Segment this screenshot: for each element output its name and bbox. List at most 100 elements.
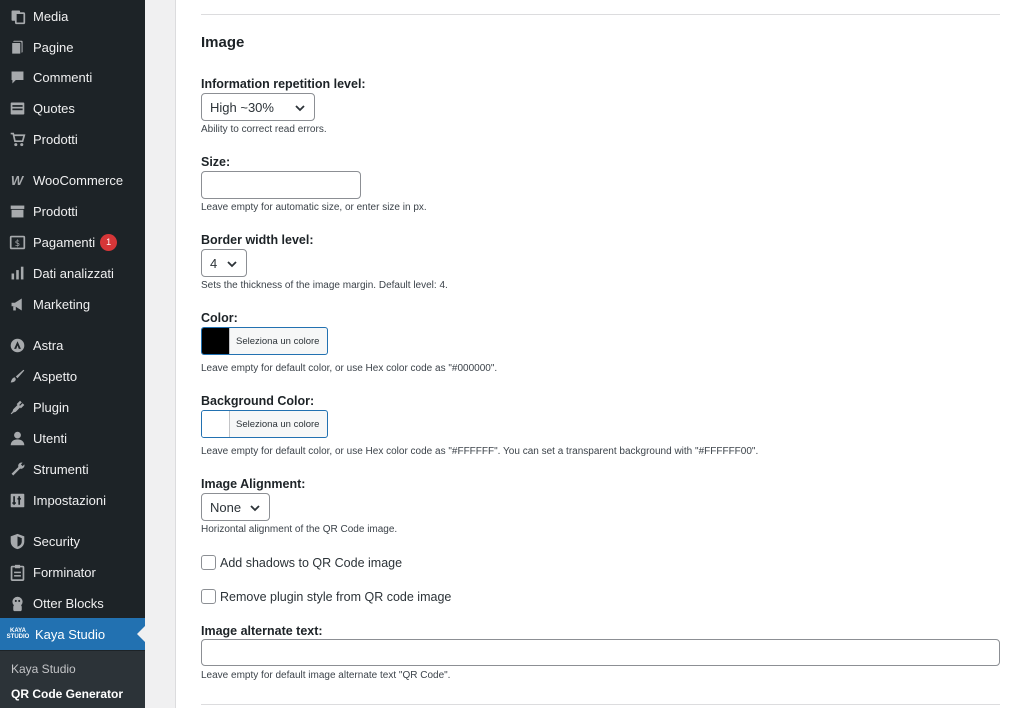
sidebar-item-label: Strumenti xyxy=(33,462,89,477)
sidebar-item-label: Astra xyxy=(33,338,64,353)
settings-icon xyxy=(8,492,26,510)
image-alignment-description: Horizontal alignment of the QR Code imag… xyxy=(201,524,398,535)
sidebar-item-kaya-studio[interactable]: KAYA STUDIO Kaya Studio xyxy=(0,618,145,650)
color-picker-button[interactable]: Seleziona un colore xyxy=(201,327,328,355)
sidebar-item-label: Aspetto xyxy=(33,369,78,384)
quotes-icon xyxy=(8,100,26,118)
sidebar-item-label: Prodotti xyxy=(33,132,78,147)
sidebar-item-label: Security xyxy=(33,534,80,549)
sidebar-item-marketing[interactable]: Marketing xyxy=(0,289,145,320)
cart-icon xyxy=(8,131,26,149)
color-label: Color: xyxy=(201,311,238,325)
sidebar-item-label: Quotes xyxy=(33,101,75,116)
alt-text-label: Image alternate text: xyxy=(201,624,323,638)
sidebar-item-label: Kaya Studio xyxy=(35,626,106,642)
sidebar-item-label: WooCommerce xyxy=(33,173,124,188)
megaphone-icon xyxy=(8,296,26,314)
sidebar-item-dati-analizzati[interactable]: Dati analizzati xyxy=(0,258,145,289)
background-color-picker-button[interactable]: Seleziona un colore xyxy=(201,410,328,438)
plugin-icon xyxy=(8,399,26,417)
border-width-description: Sets the thickness of the image margin. … xyxy=(201,280,448,291)
brush-icon xyxy=(8,368,26,386)
border-width-label: Border width level: xyxy=(201,233,314,247)
sidebar-item-pagamenti[interactable]: $ Pagamenti 1 xyxy=(0,227,145,258)
repetition-level-label: Information repetition level: xyxy=(201,77,366,91)
sidebar-item-utenti[interactable]: Utenti xyxy=(0,423,145,454)
sidebar-item-label: Otter Blocks xyxy=(33,596,104,611)
sidebar-item-label: Utenti xyxy=(33,431,67,446)
background-color-description: Leave empty for default color, or use He… xyxy=(201,446,759,457)
sidebar-item-impostazioni[interactable]: Impostazioni xyxy=(0,485,145,516)
shadows-option[interactable]: Add shadows to QR Code image xyxy=(201,555,402,570)
repetition-level-select[interactable]: High ~30% xyxy=(201,93,315,121)
image-alignment-select[interactable]: None xyxy=(201,493,270,521)
background-color-label: Background Color: xyxy=(201,394,315,408)
sidebar-item-label: Media xyxy=(33,9,69,24)
sidebar-item-label: Pagamenti xyxy=(33,235,96,250)
sidebar-item-label: Pagine xyxy=(33,40,74,55)
settings-panel: Image Information repetition level: High… xyxy=(175,0,1024,708)
admin-sidebar: Media Pagine Commenti Quotes Prodotti W … xyxy=(0,0,145,708)
select-value: 4 xyxy=(210,255,218,271)
sidebar-item-prodotti-cart[interactable]: Prodotti xyxy=(0,124,145,155)
alt-text-description: Leave empty for default image alternate … xyxy=(201,670,451,681)
remove-style-option[interactable]: Remove plugin style from QR code image xyxy=(201,589,451,604)
sidebar-item-prodotti[interactable]: Prodotti xyxy=(0,196,145,227)
analytics-icon xyxy=(8,265,26,283)
archive-icon xyxy=(8,203,26,221)
chevron-down-icon xyxy=(227,261,237,268)
color-swatch xyxy=(202,411,230,437)
color-description: Leave empty for default color, or use He… xyxy=(201,363,498,374)
sidebar-item-pagine[interactable]: Pagine xyxy=(0,32,145,63)
image-alignment-label: Image Alignment: xyxy=(201,477,306,491)
submenu-item-qr-code-generator[interactable]: QR Code Generator xyxy=(11,687,123,701)
users-icon xyxy=(8,430,26,448)
sidebar-item-strumenti[interactable]: Strumenti xyxy=(0,454,145,485)
size-description: Leave empty for automatic size, or enter… xyxy=(201,202,427,213)
sidebar-item-commenti[interactable]: Commenti xyxy=(0,62,145,93)
color-picker-label: Seleziona un colore xyxy=(236,418,320,430)
woocommerce-icon: W xyxy=(10,173,24,188)
sidebar-item-astra[interactable]: Astra xyxy=(0,330,145,361)
sidebar-item-security[interactable]: Security xyxy=(0,526,145,557)
sidebar-item-forminator[interactable]: Forminator xyxy=(0,557,145,588)
alt-text-input[interactable] xyxy=(201,639,1000,666)
sidebar-item-plugin[interactable]: Plugin xyxy=(0,392,145,423)
clipboard-icon xyxy=(8,564,26,582)
comments-icon xyxy=(8,69,26,87)
sidebar-item-label: Forminator xyxy=(33,565,96,580)
sidebar-item-quotes[interactable]: Quotes xyxy=(0,93,145,124)
shadows-checkbox[interactable] xyxy=(201,555,216,570)
wrench-icon xyxy=(8,461,26,479)
divider xyxy=(201,704,1000,705)
payments-icon: $ xyxy=(8,234,26,252)
svg-text:$: $ xyxy=(14,239,19,249)
remove-style-checkbox[interactable] xyxy=(201,589,216,604)
sidebar-item-label: Prodotti xyxy=(33,204,78,219)
otter-icon xyxy=(8,595,26,613)
sidebar-item-label: Commenti xyxy=(33,70,93,85)
sidebar-item-label: Plugin xyxy=(33,400,70,415)
color-swatch xyxy=(202,328,230,354)
sidebar-item-aspetto[interactable]: Aspetto xyxy=(0,361,145,392)
select-value: None xyxy=(210,499,242,515)
repetition-level-description: Ability to correct read errors. xyxy=(201,124,327,135)
color-picker-label: Seleziona un colore xyxy=(236,335,320,347)
select-value: High ~30% xyxy=(210,99,274,115)
media-icon xyxy=(8,8,26,26)
sidebar-item-media[interactable]: Media xyxy=(0,1,145,32)
size-input[interactable] xyxy=(201,171,361,199)
border-width-select[interactable]: 4 xyxy=(201,249,247,277)
astra-icon xyxy=(8,337,26,355)
remove-style-checkbox-label: Remove plugin style from QR code image xyxy=(220,589,452,604)
kaya-logo-icon: KAYA STUDIO xyxy=(6,628,30,640)
shadows-checkbox-label: Add shadows to QR Code image xyxy=(220,555,403,570)
divider xyxy=(201,14,1000,15)
sidebar-item-label: Marketing xyxy=(33,297,91,312)
notification-badge: 1 xyxy=(100,234,118,251)
sidebar-item-otter-blocks[interactable]: Otter Blocks xyxy=(0,588,145,619)
sidebar-item-label: Dati analizzati xyxy=(33,266,114,281)
sidebar-item-woocommerce[interactable]: W WooCommerce xyxy=(0,165,145,196)
submenu-item-kaya-studio[interactable]: Kaya Studio xyxy=(11,662,76,676)
shield-icon xyxy=(8,533,26,551)
